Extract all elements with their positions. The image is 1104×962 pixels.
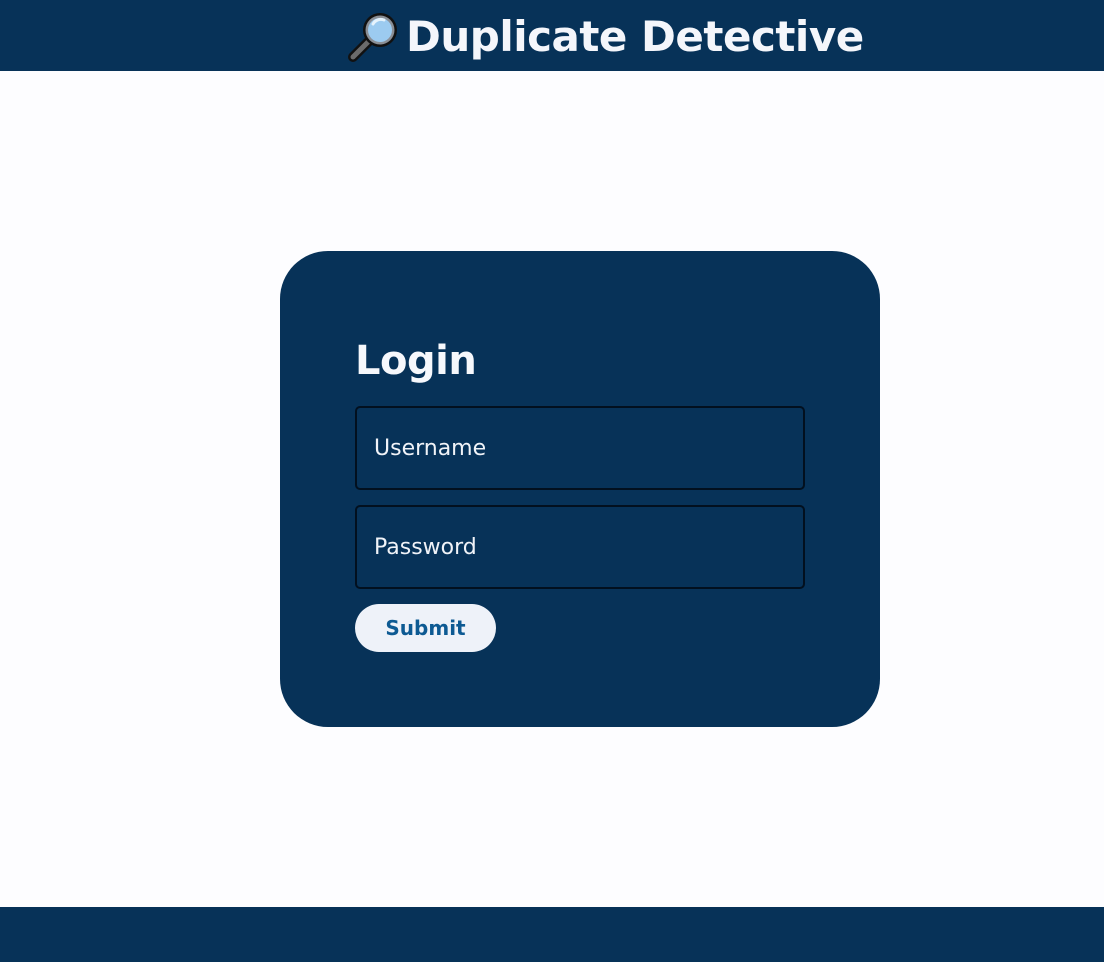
app-brand: Duplicate Detective bbox=[346, 8, 864, 64]
app-header: Duplicate Detective bbox=[0, 0, 1104, 71]
login-card: Login Submit bbox=[280, 251, 880, 727]
app-title: Duplicate Detective bbox=[406, 11, 864, 61]
username-input[interactable] bbox=[355, 406, 805, 490]
app-footer bbox=[0, 907, 1104, 962]
magnifying-glass-icon bbox=[348, 13, 397, 62]
login-title: Login bbox=[355, 338, 477, 384]
submit-button[interactable]: Submit bbox=[355, 604, 496, 652]
password-input[interactable] bbox=[355, 505, 805, 589]
